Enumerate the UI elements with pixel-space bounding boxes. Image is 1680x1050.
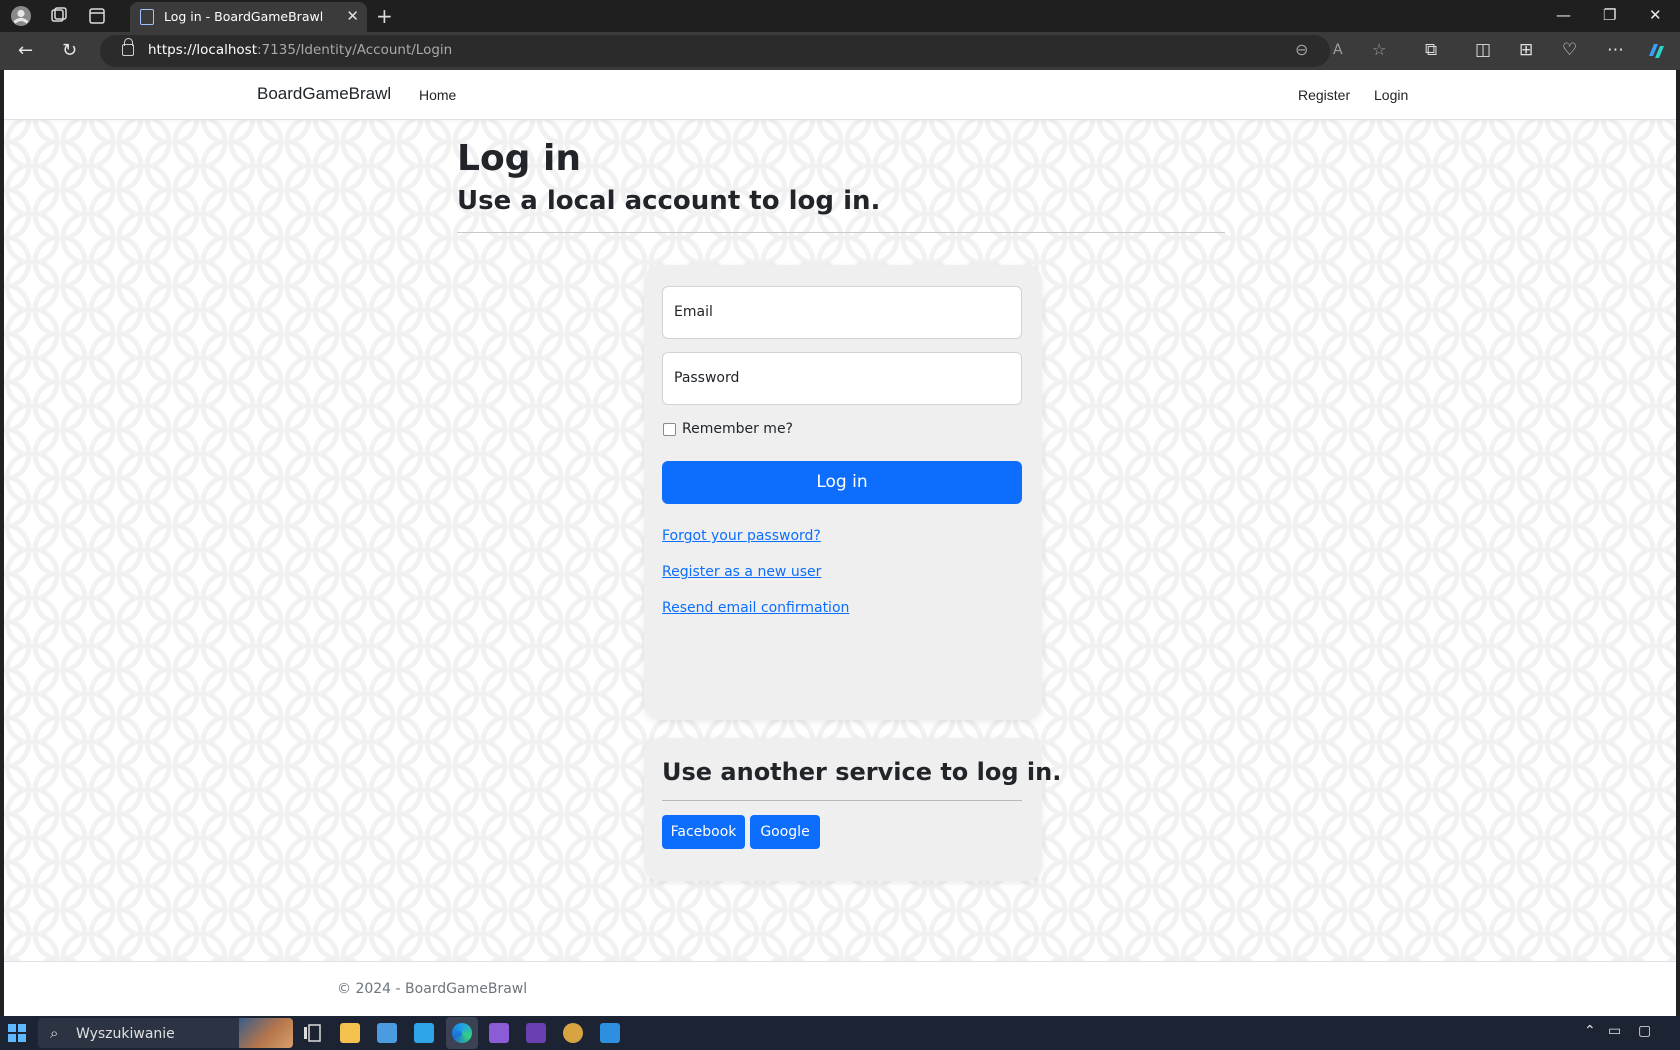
divider: [457, 232, 1225, 233]
back-icon[interactable]: ←: [18, 40, 33, 61]
collections-icon[interactable]: ⊞: [1519, 40, 1533, 60]
browser-tab-active[interactable]: Log in - BoardGameBrawl ✕: [130, 2, 367, 32]
google-login-button[interactable]: Google: [750, 815, 820, 849]
notifications-icon[interactable]: ▢: [1638, 1023, 1651, 1039]
login-button[interactable]: Log in: [662, 461, 1022, 504]
read-aloud-icon[interactable]: A: [1333, 42, 1343, 58]
forgot-password-link[interactable]: Forgot your password?: [662, 528, 821, 544]
visual-studio-icon[interactable]: [489, 1023, 509, 1043]
password-field[interactable]: Password: [662, 352, 1022, 405]
url-text[interactable]: https://localhost:7135/Identity/Account/…: [148, 42, 452, 58]
tab-actions-icon[interactable]: [86, 5, 108, 27]
search-icon: ⌕: [50, 1024, 59, 1042]
register-new-user-link[interactable]: Register as a new user: [662, 564, 821, 580]
email-label: Email: [674, 304, 713, 320]
page-subtitle: Use a local account to log in.: [457, 186, 881, 216]
copyright-text: © 2024 - BoardGameBrawl: [337, 981, 528, 997]
close-window-icon[interactable]: ✕: [1649, 6, 1662, 24]
site-footer: © 2024 - BoardGameBrawl: [4, 961, 1676, 1016]
csharp-icon[interactable]: [526, 1023, 546, 1043]
site-header: BoardGameBrawl Home Register Login: [4, 70, 1676, 120]
page-title: Log in: [457, 138, 581, 179]
edge-browser-icon[interactable]: [452, 1023, 472, 1043]
remember-me-checkbox[interactable]: [663, 423, 676, 436]
page-viewport: BoardGameBrawl Home Register Login Log i…: [4, 70, 1676, 1016]
photos-icon[interactable]: [600, 1023, 620, 1043]
new-tab-icon[interactable]: +: [376, 4, 393, 28]
password-label: Password: [674, 370, 740, 386]
minimize-icon[interactable]: —: [1556, 6, 1571, 24]
remote-desktop-icon[interactable]: [414, 1023, 434, 1043]
file-explorer-icon[interactable]: [340, 1023, 360, 1043]
nav-register-link[interactable]: Register: [1298, 87, 1350, 103]
search-highlight-image: [239, 1018, 293, 1048]
extensions-icon[interactable]: ⧉: [1425, 40, 1437, 60]
external-login-card: Use another service to log in. Facebook …: [644, 738, 1061, 881]
windows-taskbar: ⌕ Wyszukiwanie ⌃ ▭ ▢: [0, 1016, 1680, 1050]
app-icon[interactable]: [563, 1023, 583, 1043]
outlook-icon[interactable]: [377, 1023, 397, 1043]
address-bar[interactable]: https://localhost:7135/Identity/Account/…: [100, 35, 1386, 67]
favorite-star-icon[interactable]: ☆: [1372, 40, 1386, 59]
nav-home-link[interactable]: Home: [419, 87, 456, 103]
zoom-out-icon[interactable]: ⊖: [1295, 40, 1308, 59]
resend-confirmation-link[interactable]: Resend email confirmation: [662, 600, 849, 616]
browser-essentials-icon[interactable]: ♡: [1562, 40, 1577, 60]
remember-me-label[interactable]: Remember me?: [682, 421, 793, 437]
login-card: Email Password Remember me? Log in Forgo…: [644, 265, 1042, 720]
page-favicon-icon: [140, 9, 154, 25]
windows-start-icon[interactable]: [8, 1024, 26, 1042]
taskbar-search[interactable]: ⌕ Wyszukiwanie: [38, 1018, 293, 1048]
lock-icon[interactable]: [122, 38, 134, 56]
divider: [662, 800, 1022, 801]
email-field[interactable]: Email: [662, 286, 1022, 339]
split-screen-icon[interactable]: ◫: [1475, 40, 1491, 60]
tray-chevron-icon[interactable]: ⌃: [1584, 1023, 1596, 1039]
facebook-login-button[interactable]: Facebook: [662, 815, 745, 849]
network-icon[interactable]: ▭: [1608, 1023, 1621, 1039]
external-login-title: Use another service to log in.: [662, 758, 1062, 786]
workspaces-icon[interactable]: [47, 5, 69, 27]
browser-title-bar: Log in - BoardGameBrawl ✕ + — ❐ ✕: [0, 0, 1680, 32]
task-view-icon[interactable]: [302, 1023, 322, 1043]
site-brand-link[interactable]: BoardGameBrawl: [257, 84, 391, 104]
tab-title: Log in - BoardGameBrawl: [164, 9, 324, 24]
refresh-icon[interactable]: ↻: [62, 40, 77, 61]
copilot-icon[interactable]: [1645, 40, 1667, 62]
nav-login-link[interactable]: Login: [1374, 87, 1408, 103]
browser-toolbar: ← ↻ https://localhost:7135/Identity/Acco…: [0, 32, 1680, 70]
url-path: :7135/Identity/Account/Login: [257, 42, 453, 58]
profile-icon[interactable]: [10, 5, 32, 27]
settings-more-icon[interactable]: ⋯: [1607, 40, 1624, 60]
url-host: https://localhost: [148, 42, 257, 58]
close-tab-icon[interactable]: ✕: [346, 7, 359, 25]
restore-icon[interactable]: ❐: [1603, 6, 1616, 24]
taskbar-search-placeholder: Wyszukiwanie: [76, 1026, 175, 1042]
